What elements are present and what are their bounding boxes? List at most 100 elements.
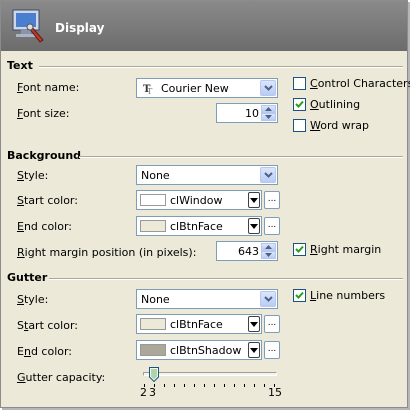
right-margin-checkbox[interactable]: Right margin <box>293 243 383 257</box>
slider-tick <box>264 384 265 387</box>
checkmark-icon <box>295 100 304 108</box>
chevron-down-icon <box>250 322 258 327</box>
background-style-label: Style: <box>17 169 49 182</box>
gutter-capacity-track[interactable] <box>143 372 277 376</box>
checkbox-box[interactable] <box>293 243 306 256</box>
slider-tick <box>224 384 225 387</box>
background-end-color-label: End color: <box>17 220 73 233</box>
slider-tick <box>164 384 165 387</box>
spin-up-button[interactable] <box>261 243 276 251</box>
checkbox-box[interactable] <box>293 98 306 111</box>
gutter-start-color-select[interactable]: clBtnFace <box>136 314 262 334</box>
slider-tick <box>244 384 245 387</box>
checkmark-icon <box>295 245 304 253</box>
panel-title: Display <box>55 21 105 35</box>
slider-tick <box>254 384 255 387</box>
gutter-style-dropdown-button[interactable] <box>260 291 276 307</box>
background-style-value: None <box>141 169 170 182</box>
font-size-spinner[interactable]: 10 <box>216 103 278 123</box>
gutter-start-color-more-button[interactable]: ... <box>264 315 280 333</box>
background-end-color-dropdown-button[interactable] <box>248 218 260 234</box>
right-margin-position-label: Right margin position (in pixels): <box>17 246 197 259</box>
slider-tick <box>234 384 235 387</box>
spin-up-button[interactable] <box>261 105 276 113</box>
gutter-capacity-min: 2 <box>140 386 147 399</box>
chevron-down-icon <box>264 172 273 178</box>
monitor-settings-icon <box>12 9 44 43</box>
color-swatch <box>140 318 166 330</box>
color-swatch <box>140 194 166 206</box>
gutter-start-color-label: Start color: <box>17 319 78 332</box>
control-characters-label: Control Characters <box>310 77 410 90</box>
gutter-end-color-more-button[interactable]: ... <box>264 341 280 359</box>
gutter-start-color-dropdown-button[interactable] <box>248 316 260 332</box>
section-background-title: Background <box>7 149 82 162</box>
section-divider <box>79 156 403 158</box>
section-gutter-title: Gutter <box>7 271 48 284</box>
background-style-dropdown-button[interactable] <box>260 167 276 183</box>
gutter-capacity-value: 3 <box>149 386 156 399</box>
gutter-start-color-value: clBtnFace <box>170 318 223 331</box>
gutter-end-color-label: End color: <box>17 345 73 358</box>
gutter-end-color-dropdown-button[interactable] <box>248 342 260 358</box>
font-size-value: 10 <box>245 107 259 120</box>
word-wrap-label: Word wrap <box>310 119 370 132</box>
word-wrap-checkbox[interactable]: Word wrap <box>293 119 373 133</box>
chevron-down-icon <box>264 85 273 91</box>
checkbox-box[interactable] <box>293 119 306 132</box>
gutter-style-label: Style: <box>17 293 49 306</box>
svg-text:T: T <box>147 87 153 94</box>
gutter-style-select[interactable]: None <box>136 289 278 309</box>
gutter-capacity-label: Gutter capacity: <box>17 371 106 384</box>
background-start-color-label: Start color: <box>17 194 78 207</box>
checkmark-icon <box>295 291 304 299</box>
chevron-down-icon <box>250 348 258 353</box>
gutter-end-color-value: clBtnShadow <box>170 344 242 357</box>
arrow-up-icon <box>265 245 272 249</box>
arrow-down-icon <box>265 115 272 119</box>
checkbox-box[interactable] <box>293 289 306 302</box>
gutter-capacity-slider-thumb[interactable] <box>149 367 159 382</box>
section-divider <box>49 278 403 280</box>
truetype-font-icon: T T <box>143 84 153 94</box>
line-numbers-checkbox[interactable]: Line numbers <box>293 289 386 303</box>
arrow-up-icon <box>265 107 272 111</box>
chevron-down-icon <box>264 296 273 302</box>
slider-tick <box>184 384 185 387</box>
line-numbers-label: Line numbers <box>310 289 386 302</box>
control-characters-checkbox[interactable]: Control Characters <box>293 77 410 91</box>
spin-down-button[interactable] <box>261 113 276 121</box>
font-name-label: Font name: <box>17 81 80 94</box>
slider-tick <box>214 384 215 387</box>
outlining-label: Outlining <box>310 98 361 111</box>
slider-tick <box>204 384 205 387</box>
outlining-checkbox[interactable]: Outlining <box>293 98 373 112</box>
font-name-dropdown-button[interactable] <box>260 80 276 96</box>
right-margin-check-label: Right margin <box>310 243 382 256</box>
chevron-down-icon <box>250 224 258 229</box>
background-style-select[interactable]: None <box>136 165 278 185</box>
background-start-color-dropdown-button[interactable] <box>248 192 260 208</box>
background-end-color-select[interactable]: clBtnFace <box>136 216 262 236</box>
display-settings-panel: Display Text Font name: T T Courier New … <box>0 0 410 408</box>
gutter-end-color-select[interactable]: clBtnShadow <box>136 340 262 360</box>
spin-down-button[interactable] <box>261 251 276 259</box>
gutter-style-value: None <box>141 293 170 306</box>
right-margin-value: 643 <box>238 245 259 258</box>
slider-tick <box>174 384 175 387</box>
gutter-capacity-max: 15 <box>268 386 282 399</box>
background-end-color-more-button[interactable]: ... <box>264 217 280 235</box>
background-start-color-value: clWindow <box>170 194 223 207</box>
section-text-title: Text <box>7 59 33 72</box>
slider-tick <box>194 384 195 387</box>
background-start-color-more-button[interactable]: ... <box>264 191 280 209</box>
background-end-color-value: clBtnFace <box>170 220 223 233</box>
background-start-color-select[interactable]: clWindow <box>136 190 262 210</box>
chevron-down-icon <box>250 198 258 203</box>
panel-header: Display <box>1 1 407 51</box>
checkbox-box[interactable] <box>293 77 306 90</box>
font-name-select[interactable]: T T Courier New <box>136 78 278 98</box>
section-divider <box>39 66 403 68</box>
color-swatch <box>140 344 166 356</box>
right-margin-spinner[interactable]: 643 <box>216 241 278 261</box>
